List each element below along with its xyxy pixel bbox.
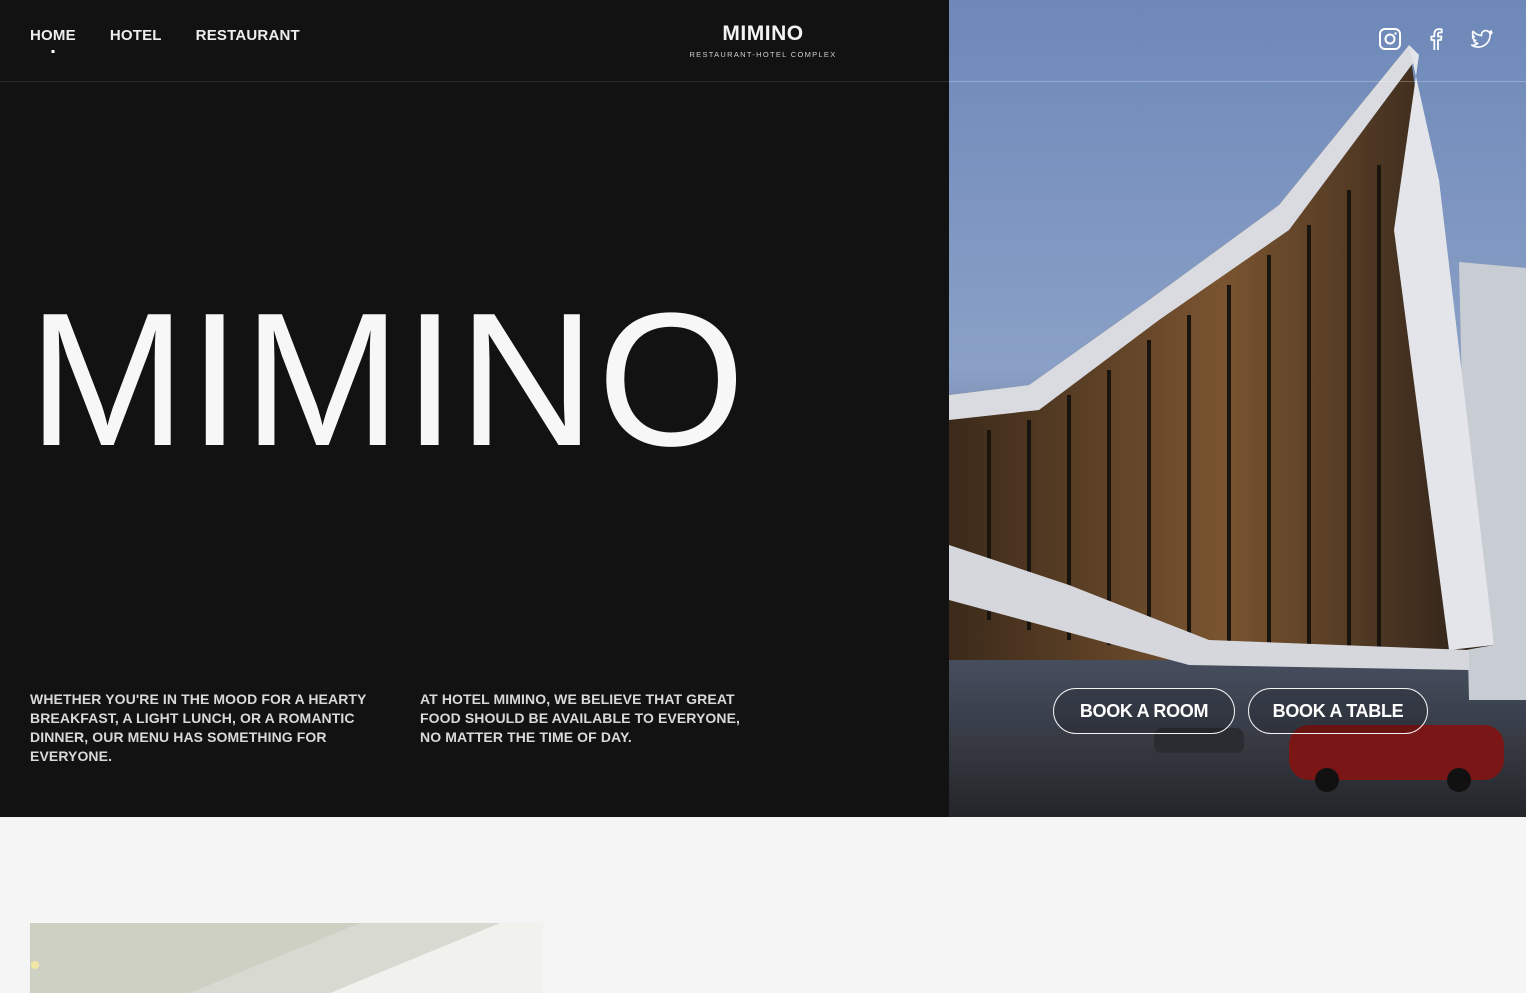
nav-hotel[interactable]: HOTEL bbox=[110, 27, 162, 44]
facebook-icon[interactable] bbox=[1422, 25, 1450, 53]
building-illustration bbox=[949, 0, 1526, 817]
hero-paragraph-one: WHETHER YOU'RE IN THE MOOD FOR A HEARTY … bbox=[30, 691, 367, 764]
brand-logo[interactable]: MIMINO RESTAURANT-HOTEL COMPLEX bbox=[682, 22, 844, 59]
hero-paragraph-two: AT HOTEL MIMINO, WE BELIEVE THAT GREAT F… bbox=[420, 691, 741, 745]
brand-tagline: RESTAURANT-HOTEL COMPLEX bbox=[689, 50, 837, 59]
gallery-image bbox=[30, 923, 543, 993]
instagram-icon[interactable] bbox=[1376, 25, 1404, 53]
social-links bbox=[1376, 25, 1496, 53]
main-nav: HOME HOTEL RESTAURANT bbox=[30, 27, 300, 44]
header-divider bbox=[949, 81, 1526, 82]
nav-restaurant[interactable]: RESTAURANT bbox=[196, 27, 300, 44]
hero-left-panel: HOME HOTEL RESTAURANT MIMINO RESTAURANT-… bbox=[0, 0, 949, 817]
hero-title: MIMINO bbox=[28, 274, 748, 486]
hotel-building-image bbox=[949, 0, 1526, 817]
brand-name: MIMINO bbox=[722, 22, 804, 45]
hero-section: HOME HOTEL RESTAURANT MIMINO RESTAURANT-… bbox=[0, 0, 1526, 817]
nav-home[interactable]: HOME bbox=[30, 27, 76, 44]
gallery-image-graphic bbox=[30, 923, 543, 993]
twitter-icon[interactable] bbox=[1468, 25, 1496, 53]
book-room-button[interactable]: BOOK A ROOM bbox=[1053, 688, 1235, 734]
book-table-button[interactable]: BOOK A TABLE bbox=[1248, 688, 1428, 734]
top-navigation-bar: HOME HOTEL RESTAURANT MIMINO RESTAURANT-… bbox=[0, 0, 949, 82]
